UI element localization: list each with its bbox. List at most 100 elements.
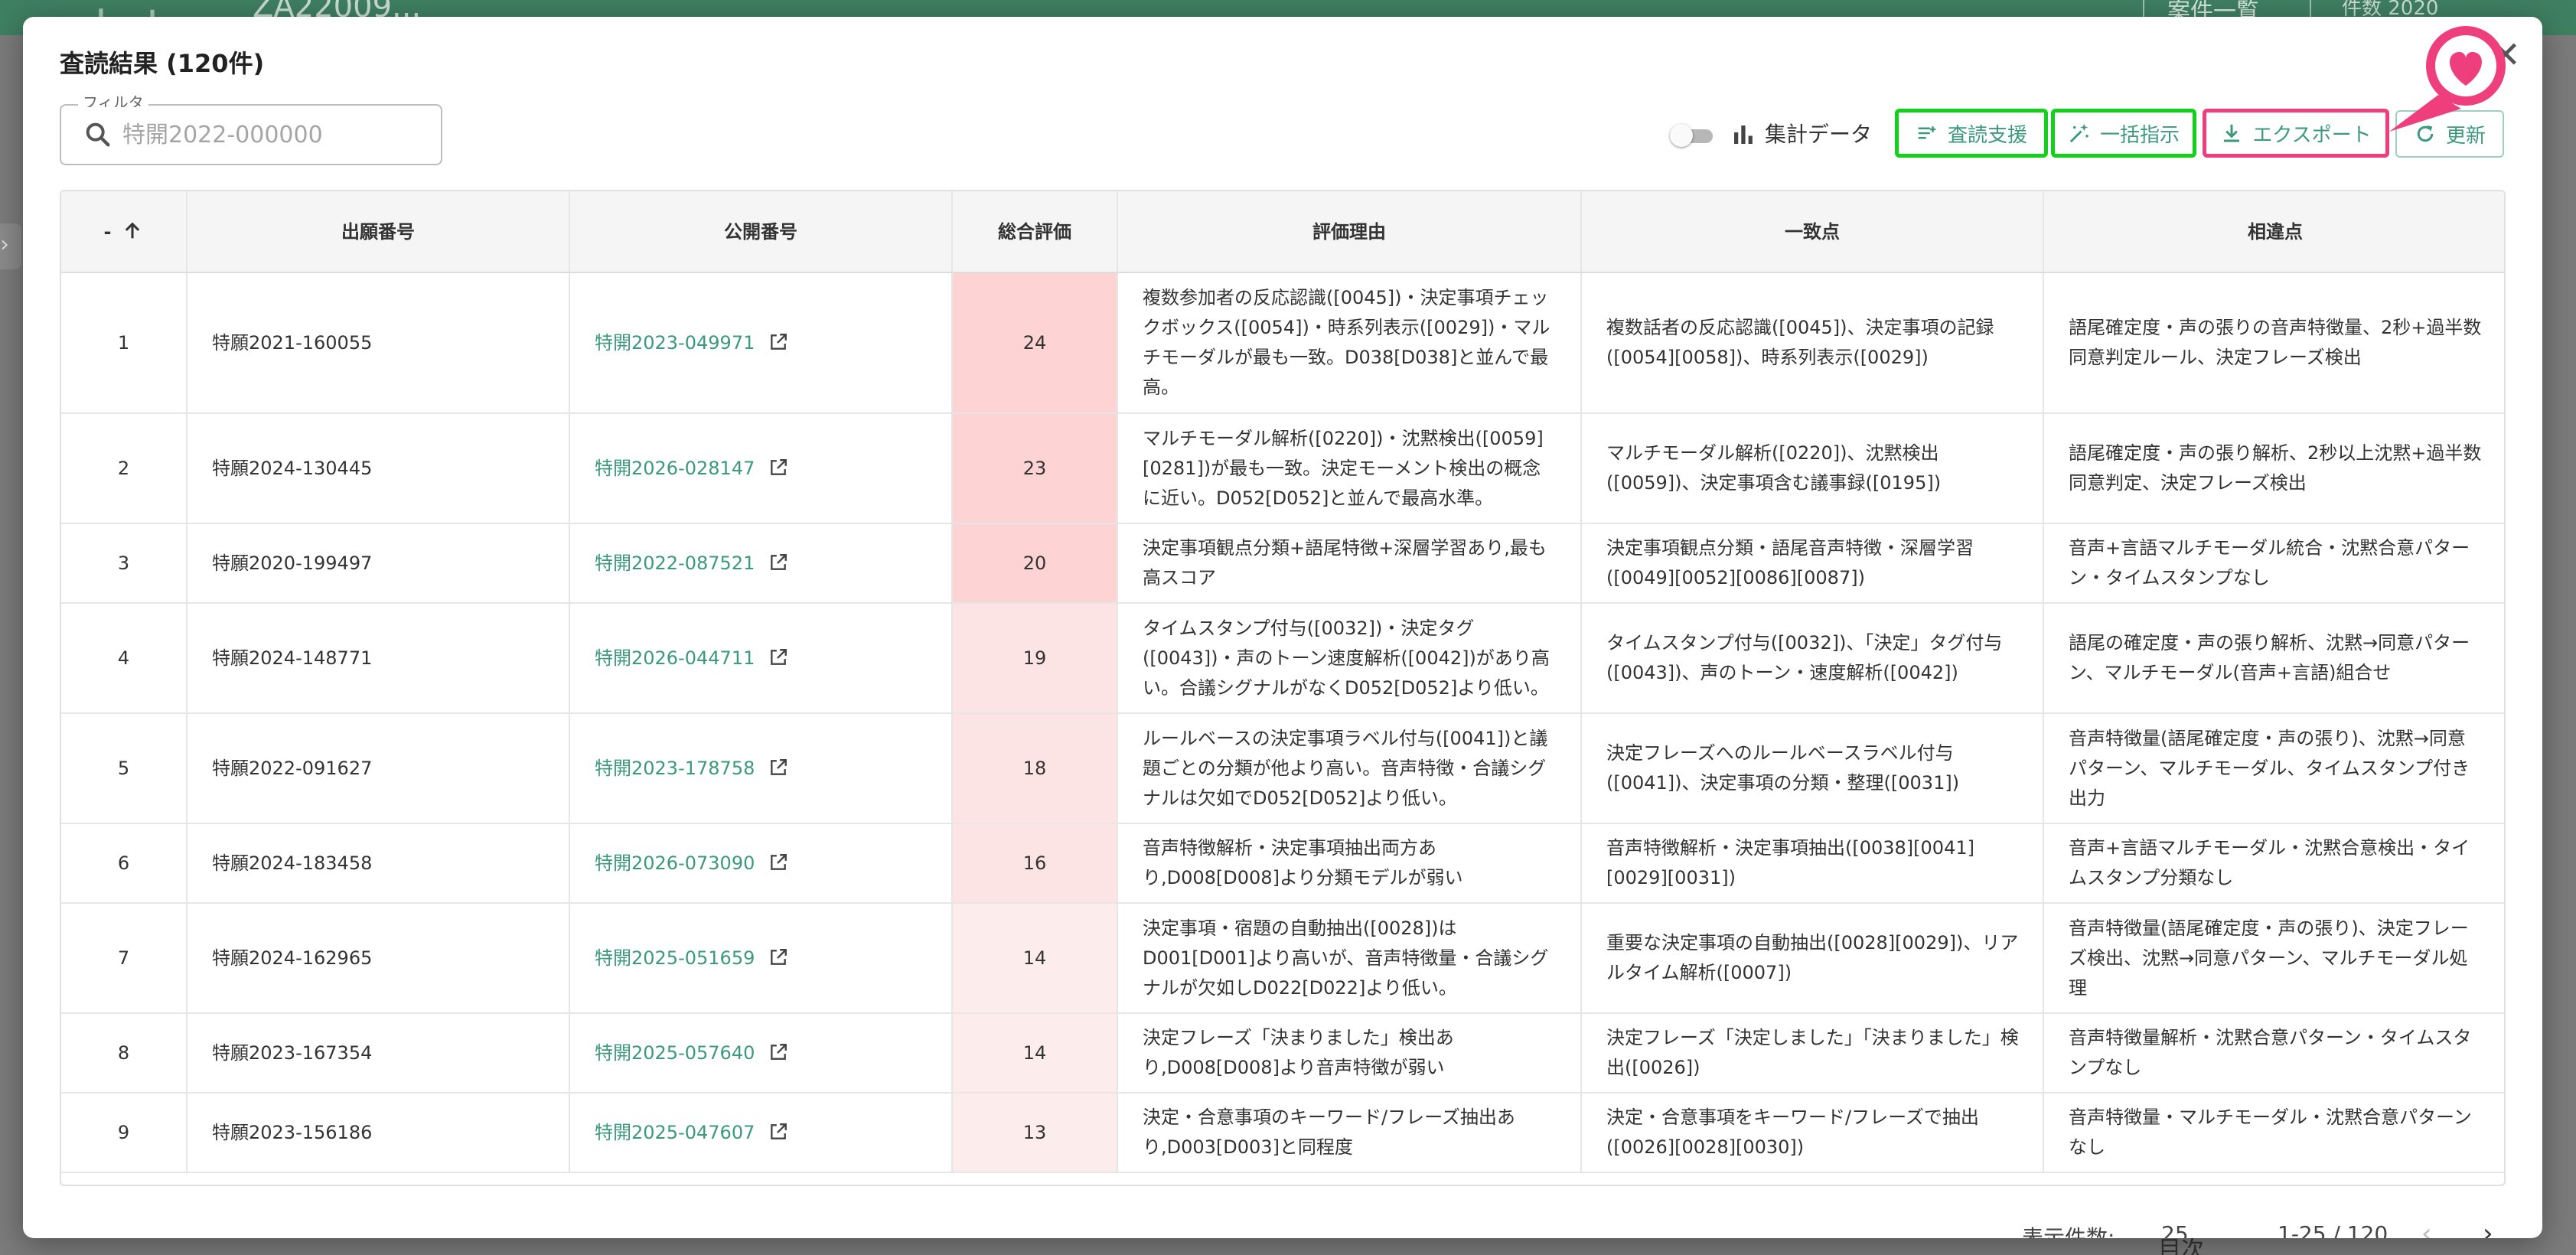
external-link-icon[interactable] — [768, 1122, 788, 1142]
row-index: 2 — [61, 413, 187, 524]
page-size-select[interactable]: 25 — [2161, 1221, 2189, 1238]
review-support-label: 査読支援 — [1947, 123, 2027, 147]
filter-input[interactable] — [122, 116, 429, 153]
external-link-icon[interactable] — [768, 553, 788, 572]
score-cell: 13 — [952, 1093, 1118, 1173]
export-button[interactable]: エクスポート — [2203, 109, 2389, 158]
table-row[interactable]: 3 特願2020-199497 特開2022-087521 20 決定事項観点分類+語尾… — [61, 523, 2504, 604]
application-number: 特願2023-156186 — [187, 1093, 570, 1173]
table-header-row: - 出願番号 公開番号 総合評価 評価理由 一致点 相違点 — [61, 191, 2504, 273]
list-icon — [1918, 126, 1936, 139]
filter-field[interactable]: フィルタ — [60, 95, 442, 165]
match-cell: マルチモーダル解析([0220])、沈黙検出([0059])、決定事項含む議事録… — [1581, 413, 2044, 524]
application-number: 特願2021-160055 — [187, 272, 570, 414]
column-header-match[interactable]: 一致点 — [1581, 191, 2044, 273]
reason-cell: 決定事項観点分類+語尾特徴+深層学習あり,最も高スコア — [1117, 523, 1582, 604]
publication-cell: 特開2026-044711 — [569, 603, 953, 714]
score-cell: 23 — [952, 413, 1118, 524]
review-support-button[interactable]: 査読支援 — [1895, 109, 2048, 158]
column-header-index[interactable]: - — [61, 191, 187, 273]
chevron-right-icon[interactable]: › — [2483, 1218, 2493, 1238]
table-row[interactable]: 6 特願2024-183458 特開2026-073090 16 音声特徴解析・決定事項… — [61, 823, 2504, 904]
diff-cell: 音声+言語マルチモーダル・沈黙合意検出・タイムスタンプ分類なし — [2043, 823, 2504, 904]
publication-cell: 特開2026-028147 — [569, 413, 953, 524]
export-label: エクスポート — [2252, 123, 2372, 147]
diff-cell: 音声特徴量(語尾確定度・声の張り)、沈黙→同意パターン、マルチモーダル、タイムス… — [2043, 713, 2504, 824]
match-cell: タイムスタンプ付与([0032])、「決定」タグ付与([0043])、声のトーン… — [1581, 603, 2044, 714]
column-header-application[interactable]: 出願番号 — [187, 191, 570, 273]
publication-cell: 特開2022-087521 — [569, 523, 953, 604]
side-panel-handle: › — [0, 223, 21, 269]
score-cell: 18 — [952, 713, 1118, 824]
search-icon — [86, 122, 110, 147]
column-header-publication[interactable]: 公開番号 — [569, 191, 953, 273]
diff-cell: 音声特徴量解析・沈黙合意パターン・タイムスタンプなし — [2043, 1013, 2504, 1094]
page-size-label: 表示件数: — [2022, 1225, 2115, 1238]
column-header-diff[interactable]: 相違点 — [2043, 191, 2504, 273]
reason-cell: 決定フレーズ「決まりました」検出あり,D008[D008]より音声特徴が弱い — [1117, 1013, 1582, 1094]
row-index: 1 — [61, 272, 187, 414]
publication-link[interactable]: 特開2022-087521 — [595, 553, 755, 574]
publication-cell: 特開2025-047607 — [569, 1093, 953, 1173]
row-index: 5 — [61, 713, 187, 824]
table-row[interactable]: 5 特願2022-091627 特開2023-178758 18 ルールベースの決定事項… — [61, 713, 2504, 824]
table-row[interactable]: 8 特願2023-167354 特開2025-057640 14 決定フレーズ「決まりま… — [61, 1013, 2504, 1094]
score-cell: 19 — [952, 603, 1118, 714]
application-number: 特願2022-091627 — [187, 713, 570, 824]
bulk-instruction-button[interactable]: 一括指示 — [2051, 109, 2196, 158]
aggregate-toggle[interactable] — [1670, 124, 1716, 147]
publication-cell: 特開2023-049971 — [569, 272, 953, 414]
diff-cell: 音声特徴量(語尾確定度・声の張り)、決定フレーズ検出、沈黙→同意パターン、マルチ… — [2043, 903, 2504, 1014]
publication-link[interactable]: 特開2026-073090 — [595, 852, 755, 874]
row-index: 7 — [61, 903, 187, 1014]
application-number: 特願2024-130445 — [187, 413, 570, 524]
download-icon — [2224, 124, 2240, 142]
publication-link[interactable]: 特開2026-028147 — [595, 458, 755, 479]
external-link-icon[interactable] — [768, 458, 788, 478]
score-cell: 20 — [952, 523, 1118, 604]
publication-link[interactable]: 特開2023-049971 — [595, 332, 755, 354]
publication-link[interactable]: 特開2025-057640 — [595, 1042, 755, 1064]
row-index: 3 — [61, 523, 187, 604]
page-range: 1-25 / 120 — [2278, 1221, 2389, 1238]
match-cell: 重要な決定事項の自動抽出([0028][0029])、リアルタイム解析([000… — [1581, 903, 2044, 1014]
application-number: 特願2024-183458 — [187, 823, 570, 904]
match-cell: 決定フレーズ「決定しました」「決まりました」検出([0026]) — [1581, 1013, 2044, 1094]
external-link-icon[interactable] — [768, 852, 788, 872]
application-number: 特願2024-148771 — [187, 603, 570, 714]
external-link-icon[interactable] — [768, 332, 788, 352]
row-index: 8 — [61, 1013, 187, 1094]
column-header-reason[interactable]: 評価理由 — [1117, 191, 1582, 273]
column-header-score[interactable]: 総合評価 — [952, 191, 1118, 273]
publication-link[interactable]: 特開2023-178758 — [595, 758, 755, 779]
row-index: 9 — [61, 1093, 187, 1173]
match-cell: 決定フレーズへのルールベースラベル付与([0041])、決定事項の分類・整理([… — [1581, 713, 2044, 824]
external-link-icon[interactable] — [768, 647, 788, 667]
publication-cell: 特開2026-073090 — [569, 823, 953, 904]
reason-cell: ルールベースの決定事項ラベル付与([0041])と議題ごとの分類が他より高い。音… — [1117, 713, 1582, 824]
reason-cell: タイムスタンプ付与([0032])・決定タグ([0043])・声のトーン速度解析… — [1117, 603, 1582, 714]
match-cell: 決定・合意事項をキーワード/フレーズで抽出([0026][0028][0030]… — [1581, 1093, 2044, 1173]
external-link-icon[interactable] — [768, 1042, 788, 1062]
table-row[interactable]: 9 特願2023-156186 特開2025-047607 13 決定・合意事項のキーワ… — [61, 1093, 2504, 1173]
external-link-icon[interactable] — [768, 947, 788, 967]
external-link-icon[interactable] — [768, 758, 788, 777]
chevron-left-icon[interactable]: ‹ — [2421, 1218, 2432, 1238]
table-row[interactable]: 2 特願2024-130445 特開2026-028147 23 マルチモーダル解析([… — [61, 413, 2504, 524]
results-table: - 出願番号 公開番号 総合評価 評価理由 一致点 相違点 1 特願2021-16… — [60, 190, 2506, 1186]
table-row[interactable]: 1 特願2021-160055 特開2023-049971 24 複数参加者の反応認識(… — [61, 272, 2504, 414]
reason-cell: 音声特徴解析・決定事項抽出両方あり,D008[D008]より分類モデルが弱い — [1117, 823, 1582, 904]
row-index: 6 — [61, 823, 187, 904]
diff-cell: 語尾の確定度・声の張り解析、沈黙→同意パターン、マルチモーダル(音声+言語)組合… — [2043, 603, 2504, 714]
table-row[interactable]: 4 特願2024-148771 特開2026-044711 19 タイムスタンプ付与([… — [61, 603, 2504, 714]
publication-link[interactable]: 特開2026-044711 — [595, 647, 755, 669]
diff-cell: 語尾確定度・声の張りの音声特徴量、2秒+過半数同意判定ルール、決定フレーズ検出 — [2043, 272, 2504, 414]
publication-link[interactable]: 特開2025-051659 — [595, 947, 755, 969]
arrow-up-icon — [126, 222, 140, 238]
publication-link[interactable]: 特開2025-047607 — [595, 1122, 755, 1143]
bulk-instruction-label: 一括指示 — [2099, 123, 2180, 147]
table-row[interactable]: 7 特願2024-162965 特開2025-051659 14 決定事項・宿題の自動抽… — [61, 903, 2504, 1014]
diff-cell: 語尾確定度・声の張り解析、2秒以上沈黙+過半数同意判定、決定フレーズ検出 — [2043, 413, 2504, 524]
score-cell: 24 — [952, 272, 1118, 414]
application-number: 特願2024-162965 — [187, 903, 570, 1014]
